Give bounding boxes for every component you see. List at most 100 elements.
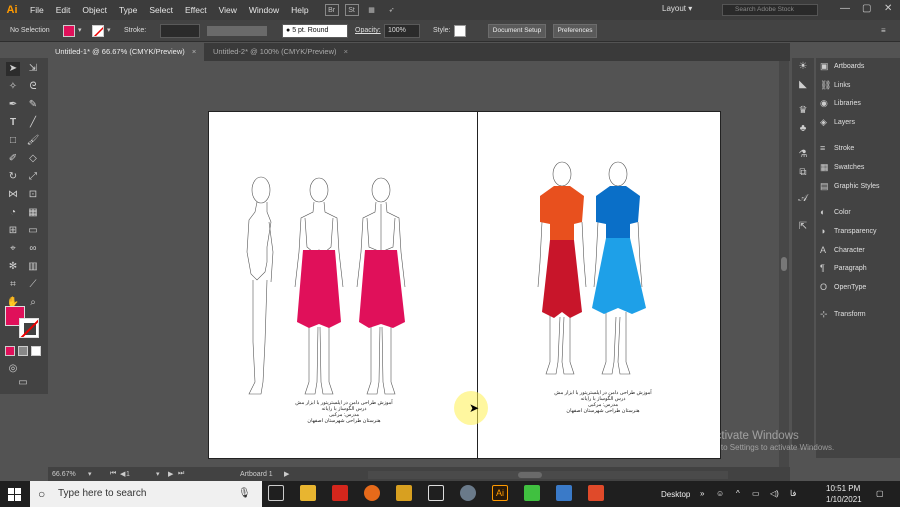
panel-paragraph[interactable]: ¶ Paragraph [820, 260, 867, 276]
clock-time[interactable]: 10:51 PM [826, 484, 860, 493]
menu-help[interactable]: Help [285, 5, 314, 15]
menu-object[interactable]: Object [76, 5, 113, 15]
stroke-color-swatch[interactable] [19, 318, 39, 338]
appearance-icon[interactable]: ⚗ [796, 148, 810, 162]
desktop-toolbar-label[interactable]: Desktop [661, 490, 690, 499]
draw-mode-icon[interactable]: ◎ [6, 362, 20, 376]
stroke-weight-field[interactable] [160, 24, 200, 38]
bridge-button[interactable]: Br [324, 4, 339, 16]
photos-icon[interactable] [556, 485, 572, 501]
preferences-button[interactable]: Preferences [553, 24, 597, 38]
workspace-switcher[interactable]: Layout ▾ [662, 4, 692, 13]
direct-selection-tool-icon[interactable]: ⇲ [26, 62, 40, 76]
vertical-scroll-thumb[interactable] [781, 257, 787, 271]
panel-opentype[interactable]: O OpenType [820, 279, 866, 295]
none-mode-icon[interactable] [31, 346, 41, 356]
symbol-sprayer-icon[interactable]: ✻ [6, 260, 20, 274]
stock-search-input[interactable]: Search Adobe Stock [722, 4, 818, 16]
network-icon[interactable]: ▭ [752, 489, 760, 498]
color-mode-icon[interactable] [5, 346, 15, 356]
menu-select[interactable]: Select [143, 5, 179, 15]
rectangle-tool-icon[interactable]: □ [6, 134, 20, 148]
acrobat-icon[interactable] [332, 485, 348, 501]
panel-menu-icon[interactable]: ≡ [881, 26, 886, 35]
zoom-tool-icon[interactable]: ⌕ [26, 296, 40, 310]
panel-artboards[interactable]: ▣ Artboards [820, 58, 864, 74]
taskbar-search-input[interactable]: ○ Type here to search 🎙 [30, 481, 262, 507]
opacity-label[interactable]: Opacity: [355, 27, 381, 34]
next-artboard-icon[interactable]: ▶ [168, 470, 173, 478]
vertical-scrollbar[interactable] [779, 61, 789, 467]
tab-close-icon[interactable]: × [344, 47, 348, 56]
tab-untitled-1[interactable]: Untitled-1* @ 66.67% (CMYK/Preview) × [48, 43, 204, 61]
screen-mode-icon[interactable]: ▭ [16, 376, 30, 390]
brushes-icon[interactable]: ♛ [796, 104, 810, 118]
previous-artboard-icon[interactable]: ◀ [120, 470, 125, 478]
stroke-dropdown-icon[interactable]: ▾ [107, 26, 111, 34]
artboard-2[interactable]: آموزش طراحی دامن در ایلستریتور با ابزار … [477, 111, 721, 459]
paintbrush-icon[interactable]: 🖌 [26, 134, 40, 148]
firefox-icon[interactable] [364, 485, 380, 501]
menu-file[interactable]: File [24, 5, 50, 15]
artboard-tool-icon[interactable]: ⌗ [6, 278, 20, 292]
tray-overflow-icon[interactable]: » [700, 489, 704, 498]
stroke-swatch[interactable] [92, 25, 104, 37]
slice-tool-icon[interactable]: ⟋ [26, 278, 40, 292]
rotate-tool-icon[interactable]: ↻ [6, 170, 20, 184]
task-view-icon[interactable] [268, 485, 284, 501]
horizontal-scrollbar[interactable] [368, 471, 728, 479]
blend-tool-icon[interactable]: ∞ [26, 242, 40, 256]
glyphs-icon[interactable]: 𝒜 [796, 192, 810, 206]
graphic-style-swatch[interactable] [454, 25, 466, 37]
panel-stroke[interactable]: ≡ Stroke [820, 140, 854, 156]
eyedropper-icon[interactable]: ⌖ [6, 242, 20, 256]
variable-width-profile[interactable] [207, 26, 267, 36]
artboard-1[interactable]: آموزش طراحی دامن در ایلستریتور با ابزار … [208, 111, 478, 459]
language-indicator[interactable]: فا [790, 489, 796, 498]
menu-view[interactable]: View [213, 5, 243, 15]
tab-close-icon[interactable]: × [192, 47, 196, 56]
brush-definition[interactable]: ● 5 pt. Round [282, 24, 348, 38]
app-icon[interactable] [460, 485, 476, 501]
gradient-tool-icon[interactable]: ▭ [26, 224, 40, 238]
file-explorer-icon[interactable] [300, 485, 316, 501]
menu-edit[interactable]: Edit [50, 5, 77, 15]
people-icon[interactable]: ☺ [716, 489, 724, 498]
status-arrow-icon[interactable]: ▶ [284, 470, 289, 478]
maximize-icon[interactable]: ▢ [862, 3, 871, 14]
free-transform-icon[interactable]: ⊡ [26, 188, 40, 202]
magic-wand-icon[interactable]: ✧ [6, 80, 20, 94]
artboard-number[interactable]: 1 [126, 471, 130, 478]
last-artboard-icon[interactable]: ⏭ [178, 470, 184, 478]
line-tool-icon[interactable]: ╱ [26, 116, 40, 130]
zoom-level[interactable]: 66.67% [52, 471, 76, 478]
tray-chevron-icon[interactable]: ^ [736, 489, 740, 498]
windows-start-icon[interactable] [8, 488, 21, 501]
panel-graphic-styles[interactable]: ▤ Graphic Styles [820, 178, 880, 194]
panel-character[interactable]: A Character [820, 242, 865, 258]
lasso-icon[interactable]: ᘓ [26, 80, 40, 94]
fill-dropdown-icon[interactable]: ▾ [78, 26, 82, 34]
camtasia-icon[interactable] [524, 485, 540, 501]
gpu-performance-icon[interactable]: ➶ [385, 4, 399, 16]
gradient-mode-icon[interactable] [18, 346, 28, 356]
symbols-icon[interactable]: ♣ [796, 122, 810, 136]
volume-icon[interactable]: ◁) [770, 489, 779, 498]
menu-effect[interactable]: Effect [179, 5, 213, 15]
panel-libraries[interactable]: ◉ Libraries [820, 95, 861, 111]
mesh-tool-icon[interactable]: ⊞ [6, 224, 20, 238]
properties-icon[interactable]: ☀ [796, 60, 810, 74]
selection-tool-icon[interactable]: ➤ [6, 62, 20, 76]
shaper-tool-icon[interactable]: ✐ [6, 152, 20, 166]
menu-window[interactable]: Window [243, 5, 285, 15]
asset-export-icon[interactable]: ◣ [796, 78, 810, 92]
stock-button[interactable]: St [344, 4, 359, 16]
zoom-dropdown-icon[interactable]: ▾ [88, 470, 92, 478]
tab-untitled-2[interactable]: Untitled-2* @ 100% (CMYK/Preview) × [206, 43, 356, 61]
fill-swatch[interactable] [63, 25, 75, 37]
opacity-field[interactable]: 100% [384, 24, 420, 38]
export-icon[interactable]: ⇱ [796, 220, 810, 234]
pen-tool-icon[interactable]: ✒ [6, 98, 20, 112]
close-icon[interactable]: ✕ [884, 3, 892, 14]
illustrator-taskbar-icon[interactable]: Ai [492, 485, 508, 501]
